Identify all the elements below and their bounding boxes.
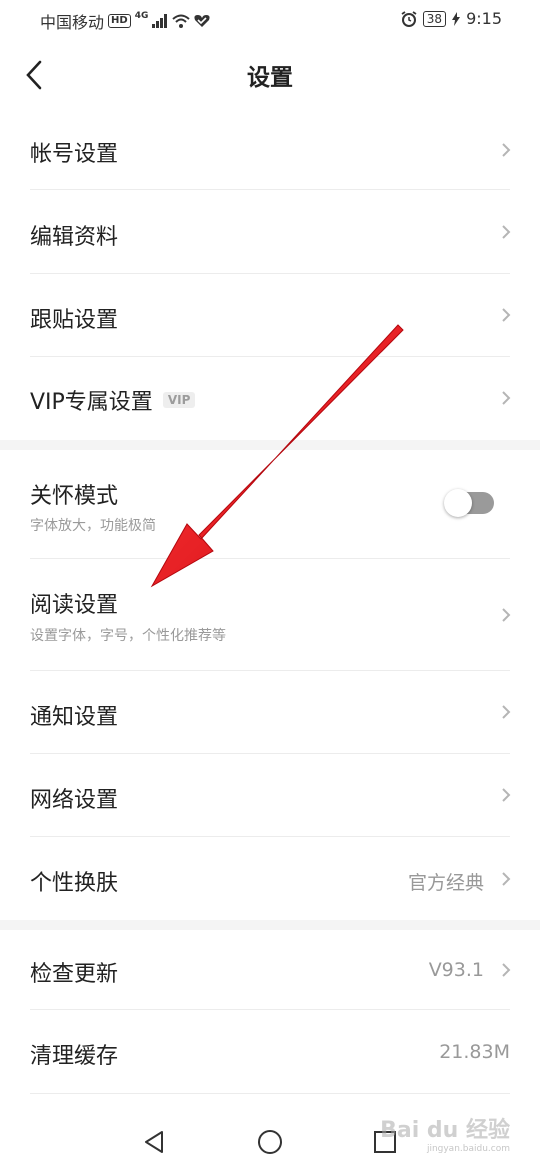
row-label: 帐号设置: [30, 142, 119, 167]
heart-check-icon: [194, 15, 210, 27]
watermark-text: Bai du 经验: [380, 1118, 510, 1143]
settings-row-edit-profile[interactable]: 编辑资料: [0, 190, 540, 274]
row-label: VIP专属设置 VIP: [30, 384, 196, 416]
chevron-right-icon: [502, 963, 511, 977]
chevron-right-icon: [502, 143, 511, 157]
toggle-knob: [444, 489, 472, 517]
wifi-icon: [172, 14, 191, 28]
row-value: 官方经典: [407, 872, 484, 894]
clock: 9:15: [466, 9, 502, 28]
section-gap: [0, 920, 540, 930]
nav-home-icon[interactable]: [256, 1128, 284, 1156]
settings-row-care-mode: 关怀模式 字体放大，功能极简: [0, 450, 540, 559]
charging-icon: [452, 11, 461, 26]
header: 设置: [0, 40, 540, 110]
settings-row-reading[interactable]: 阅读设置 设置字体，字号，个性化推荐等: [0, 559, 540, 671]
nav-back-icon[interactable]: [140, 1128, 168, 1156]
row-label: 阅读设置: [30, 593, 119, 618]
watermark-logo: Bai du 经验 jingyan.baidu.com: [380, 1112, 510, 1154]
settings-row-notification[interactable]: 通知设置: [0, 671, 540, 754]
settings-row-network[interactable]: 网络设置: [0, 754, 540, 837]
settings-row-account[interactable]: 帐号设置: [0, 110, 540, 190]
alarm-icon: [401, 10, 417, 27]
settings-row-skin[interactable]: 个性换肤 官方经典: [0, 837, 540, 920]
chevron-right-icon: [502, 391, 511, 405]
signal-icon: [152, 14, 168, 28]
row-value: 21.83M: [439, 1041, 510, 1063]
status-right: 38 9:15: [401, 9, 502, 28]
chevron-right-icon: [502, 608, 511, 622]
hd-icon: HD: [108, 14, 131, 28]
row-label: 清理缓存: [30, 1044, 119, 1069]
vip-label: VIP专属设置: [30, 390, 153, 415]
row-label: 网络设置: [30, 788, 119, 813]
section-gap: [0, 440, 540, 450]
chevron-right-icon: [502, 872, 511, 886]
care-mode-toggle[interactable]: [444, 489, 494, 517]
carrier-name: 中国移动: [40, 13, 105, 32]
divider: [30, 1093, 510, 1094]
row-subtitle: 字体放大，功能极简: [30, 518, 156, 534]
chevron-right-icon: [502, 308, 511, 322]
row-label: 个性换肤: [30, 871, 119, 896]
page-title: 设置: [247, 65, 293, 91]
chevron-right-icon: [502, 225, 511, 239]
row-label: 通知设置: [30, 705, 119, 730]
status-left: 中国移动 HD 4G: [40, 9, 210, 33]
network-type: 4G: [134, 11, 149, 21]
settings-row-vip[interactable]: VIP专属设置 VIP: [0, 357, 540, 440]
status-bar: 中国移动 HD 4G 38 9:15: [0, 0, 540, 38]
row-label: 关怀模式: [30, 484, 119, 509]
row-value: V93.1: [428, 959, 484, 981]
settings-row-cache[interactable]: 清理缓存 21.83M: [0, 1010, 540, 1094]
row-subtitle: 设置字体，字号，个性化推荐等: [30, 628, 226, 644]
row-label: 跟贴设置: [30, 308, 119, 333]
settings-row-follow-post[interactable]: 跟贴设置: [0, 274, 540, 357]
battery-icon: 38: [422, 10, 447, 27]
row-label: 编辑资料: [30, 225, 119, 250]
chevron-right-icon: [502, 705, 511, 719]
watermark-sub: jingyan.baidu.com: [426, 1144, 510, 1154]
row-label: 检查更新: [30, 962, 119, 987]
vip-badge: VIP: [162, 392, 196, 408]
settings-row-update[interactable]: 检查更新 V93.1: [0, 930, 540, 1010]
chevron-right-icon: [502, 788, 511, 802]
